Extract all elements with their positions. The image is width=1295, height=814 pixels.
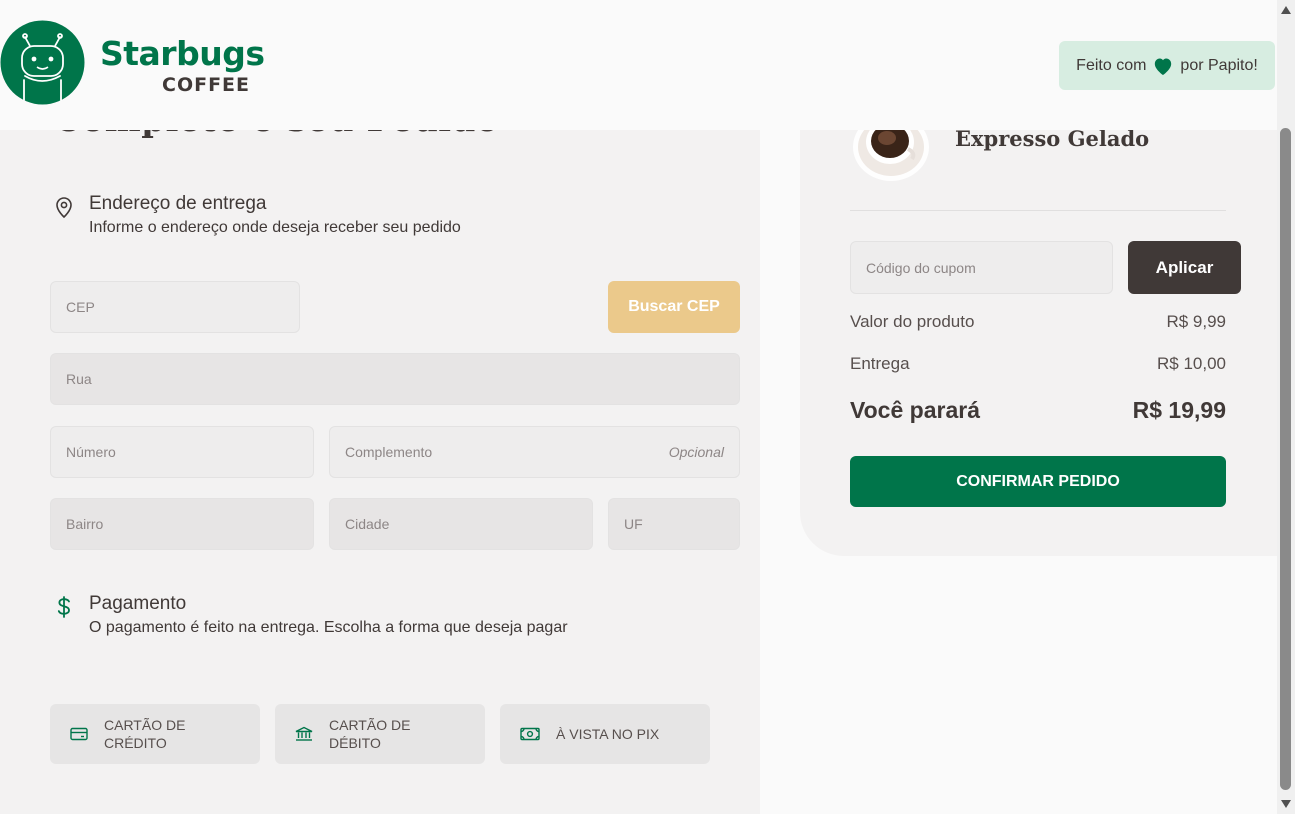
delivery-label: Entrega — [850, 354, 910, 373]
summary-row-delivery: Entrega R$ 10,00 — [850, 354, 1226, 374]
payment-pix-button[interactable]: À vista no Pix — [500, 704, 710, 764]
payment-debit-line1: Cartão de — [329, 717, 411, 733]
optional-hint: Opcional — [668, 444, 724, 460]
bairro-placeholder: Bairro — [66, 516, 104, 532]
payment-credit-button[interactable]: Cartão de crédito — [50, 704, 260, 764]
payment-credit-line1: Cartão de — [104, 717, 186, 733]
payment-section-header: Pagamento O pagamento é feito na entrega… — [52, 593, 568, 639]
total-amount: R$ 19,99 — [1132, 397, 1226, 423]
buscar-cep-button[interactable]: Buscar CEP — [608, 281, 740, 333]
heart-icon — [1155, 58, 1172, 75]
numero-placeholder: Número — [66, 444, 116, 460]
summary-row-total: Você parará R$ 19,99 — [850, 397, 1226, 424]
product-value-amount: R$ 9,99 — [1166, 312, 1226, 331]
apply-coupon-button[interactable]: Aplicar — [1128, 241, 1241, 294]
coupon-input[interactable]: Código do cupom — [850, 241, 1113, 294]
starbugs-logo-icon[interactable] — [0, 20, 85, 105]
rua-placeholder: Rua — [66, 371, 92, 387]
scroll-down-arrow-icon[interactable] — [1281, 800, 1291, 808]
summary-divider — [850, 210, 1226, 211]
cep-placeholder: CEP — [66, 299, 95, 315]
complemento-placeholder: Complemento — [345, 444, 433, 460]
page-scrollbar[interactable] — [1277, 0, 1295, 814]
rua-input[interactable]: Rua — [50, 353, 740, 405]
dollar-icon — [57, 596, 70, 618]
money-icon — [520, 727, 540, 741]
delivery-amount: R$ 10,00 — [1157, 354, 1226, 373]
numero-input[interactable]: Número — [50, 426, 314, 478]
address-subheading: Informe o endereço onde deseja receber s… — [89, 219, 461, 236]
brand-name: Starbugs — [100, 34, 265, 73]
uf-input[interactable]: UF — [608, 498, 740, 550]
map-pin-icon — [56, 197, 72, 219]
scroll-up-arrow-icon[interactable] — [1281, 6, 1291, 14]
coupon-placeholder: Código do cupom — [866, 259, 976, 276]
summary-row-product: Valor do produto R$ 9,99 — [850, 312, 1226, 332]
payment-credit-line2: crédito — [104, 735, 167, 751]
cep-input[interactable]: CEP — [50, 281, 300, 333]
address-section-header: Endereço de entrega Informe o endereço o… — [52, 193, 461, 239]
payment-pix-label: À vista no Pix — [556, 726, 660, 742]
complemento-input[interactable]: Complemento Opcional — [329, 426, 740, 478]
scroll-thumb[interactable] — [1280, 128, 1291, 790]
cidade-input[interactable]: Cidade — [329, 498, 593, 550]
confirm-order-button[interactable]: CONFIRMAR PEDIDO — [850, 456, 1226, 507]
address-heading: Endereço de entrega — [89, 193, 267, 214]
payment-heading: Pagamento — [89, 593, 187, 614]
product-value-label: Valor do produto — [850, 312, 975, 331]
payment-debit-button[interactable]: Cartão de débito — [275, 704, 485, 764]
total-label: Você parará — [850, 397, 980, 423]
bairro-input[interactable]: Bairro — [50, 498, 314, 550]
credit-card-icon — [70, 727, 88, 741]
cidade-placeholder: Cidade — [345, 516, 390, 532]
brand-subtitle: COFFEE — [162, 74, 251, 96]
badge-text-after: por Papito! — [1180, 56, 1258, 74]
site-header: Starbugs COFFEE Feito com por Papito! — [0, 0, 1277, 130]
badge-text-before: Feito com — [1076, 56, 1147, 74]
payment-subheading: O pagamento é feito na entrega. Escolha … — [89, 619, 568, 636]
made-with-love-badge: Feito com por Papito! — [1059, 41, 1275, 90]
bank-icon — [295, 726, 313, 741]
uf-placeholder: UF — [624, 516, 643, 532]
payment-debit-line2: débito — [329, 735, 381, 751]
